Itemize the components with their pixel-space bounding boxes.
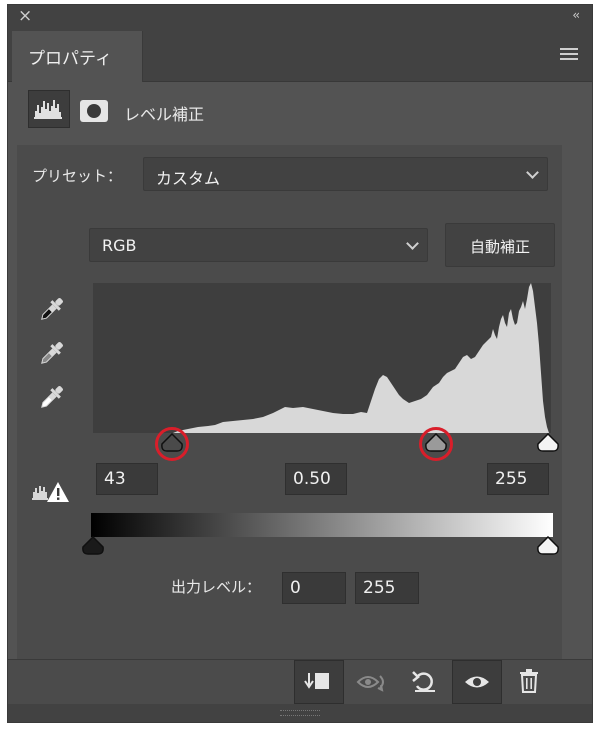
layer-mask-icon[interactable] xyxy=(80,100,108,122)
white-point-eyedropper-icon[interactable] xyxy=(34,381,68,415)
auto-button-label: 自動補正 xyxy=(469,238,530,256)
gray-point-eyedropper-icon[interactable] xyxy=(34,337,68,371)
view-previous-state-icon[interactable] xyxy=(348,660,398,704)
preset-value: カスタム xyxy=(156,169,221,188)
panel-resize-bar[interactable] xyxy=(8,704,592,722)
output-gradient-bar xyxy=(91,513,553,537)
levels-content: プリセット： カスタム RGB 自動補正 43 0.50 255 出力レベル： … xyxy=(17,145,562,659)
close-icon[interactable]: × xyxy=(18,7,34,25)
collapse-icon[interactable]: ‹‹ xyxy=(572,8,579,22)
output-high-field[interactable]: 255 xyxy=(355,572,419,604)
clipping-warning-icon[interactable] xyxy=(31,478,71,504)
black-point-eyedropper-icon[interactable] xyxy=(34,293,68,327)
chevron-down-icon xyxy=(526,166,539,179)
highlight-circle-shadow xyxy=(155,427,189,461)
histogram xyxy=(93,283,551,433)
channel-value: RGB xyxy=(102,236,137,255)
histogram-icon[interactable] xyxy=(28,90,70,128)
chevron-down-icon xyxy=(406,237,419,250)
clip-to-layer-icon[interactable] xyxy=(294,660,344,704)
tab-label: プロパティ xyxy=(28,49,112,69)
auto-button[interactable]: 自動補正 xyxy=(445,223,555,267)
preset-dropdown[interactable]: カスタム xyxy=(143,157,548,191)
panel-title-bar: × ‹‹ xyxy=(8,5,592,29)
highlight-circle-midtone xyxy=(419,427,453,461)
resize-grip-icon[interactable] xyxy=(280,710,320,716)
input-highlight-slider[interactable] xyxy=(535,433,561,453)
input-shadow-field[interactable]: 43 xyxy=(96,463,158,495)
output-shadow-slider[interactable] xyxy=(80,536,106,556)
panel-footer xyxy=(8,659,592,704)
output-highlight-slider[interactable] xyxy=(535,536,561,556)
input-midtone-field[interactable]: 0.50 xyxy=(285,463,347,495)
channel-dropdown[interactable]: RGB xyxy=(89,228,428,262)
preset-label: プリセット： xyxy=(32,167,123,185)
adjustment-header: レベル補正 xyxy=(8,82,592,138)
properties-panel: × ‹‹ プロパティ レベル補正 プリセット： カスタム RGB 自動補正 43… xyxy=(7,4,593,723)
trash-icon[interactable] xyxy=(504,660,554,704)
adjustment-title: レベル補正 xyxy=(124,105,205,124)
reset-icon[interactable] xyxy=(400,660,450,704)
visibility-eye-icon[interactable] xyxy=(452,660,502,704)
scrollbar-track[interactable] xyxy=(562,145,584,659)
input-highlight-field[interactable]: 255 xyxy=(487,463,549,495)
output-levels-label: 出力レベル： xyxy=(171,578,262,596)
histogram-graph xyxy=(173,283,549,433)
tab-bar: プロパティ xyxy=(8,29,592,82)
tab-properties[interactable]: プロパティ xyxy=(12,31,143,82)
output-low-field[interactable]: 0 xyxy=(282,572,346,604)
hamburger-menu-icon[interactable] xyxy=(560,48,578,60)
